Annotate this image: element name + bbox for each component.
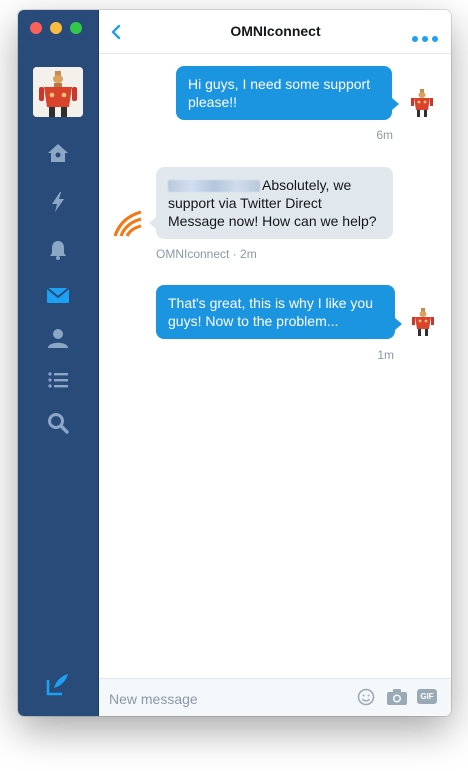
- bubble-tail: [392, 98, 399, 110]
- message-bubble-outgoing[interactable]: That's great, this is why I like you guy…: [156, 285, 395, 339]
- search-icon[interactable]: [46, 411, 70, 435]
- profile-icon[interactable]: [46, 326, 70, 350]
- message-bubble-outgoing[interactable]: Hi guys, I need some support please!!: [176, 66, 392, 120]
- robot-avatar-icon: [412, 308, 434, 336]
- message-composer: GIF: [99, 678, 451, 716]
- camera-icon[interactable]: [386, 688, 408, 706]
- avatar[interactable]: [33, 67, 83, 117]
- conversation-panel: OMNIconnect Hi guys, I need some support…: [98, 10, 451, 716]
- sidebar: [18, 10, 98, 716]
- omniconnect-logo-icon: [113, 210, 142, 237]
- minimize-window-button[interactable]: [50, 22, 62, 34]
- app-window: OMNIconnect Hi guys, I need some support…: [18, 10, 451, 716]
- robot-avatar-icon: [33, 67, 83, 117]
- maximize-window-button[interactable]: [70, 22, 82, 34]
- conversation-title: OMNIconnect: [230, 23, 321, 39]
- compose-tweet-button[interactable]: [45, 671, 71, 697]
- bubble-tail: [149, 217, 156, 229]
- message-timestamp: 6m: [376, 128, 393, 142]
- message-sender-timestamp: OMNIconnect · 2m: [156, 247, 257, 261]
- redacted-username: [168, 180, 260, 193]
- mail-icon[interactable]: [46, 283, 70, 307]
- more-dots-icon: [412, 36, 438, 42]
- emoji-icon[interactable]: [357, 688, 375, 706]
- new-message-input[interactable]: [107, 687, 341, 711]
- gif-button[interactable]: GIF: [417, 689, 437, 704]
- bubble-tail: [395, 318, 402, 330]
- robot-avatar-icon: [411, 89, 433, 117]
- lightning-icon[interactable]: [46, 190, 70, 214]
- list-icon[interactable]: [46, 368, 70, 392]
- bell-icon[interactable]: [46, 238, 70, 262]
- more-options-button[interactable]: [412, 29, 438, 42]
- conversation-header: OMNIconnect: [99, 10, 451, 54]
- message-bubble-incoming[interactable]: Absolutely, we support via Twitter Direc…: [156, 167, 393, 239]
- home-icon[interactable]: [46, 141, 70, 165]
- close-window-button[interactable]: [30, 22, 42, 34]
- message-timestamp: 1m: [377, 348, 394, 362]
- compose-icon: [46, 674, 68, 696]
